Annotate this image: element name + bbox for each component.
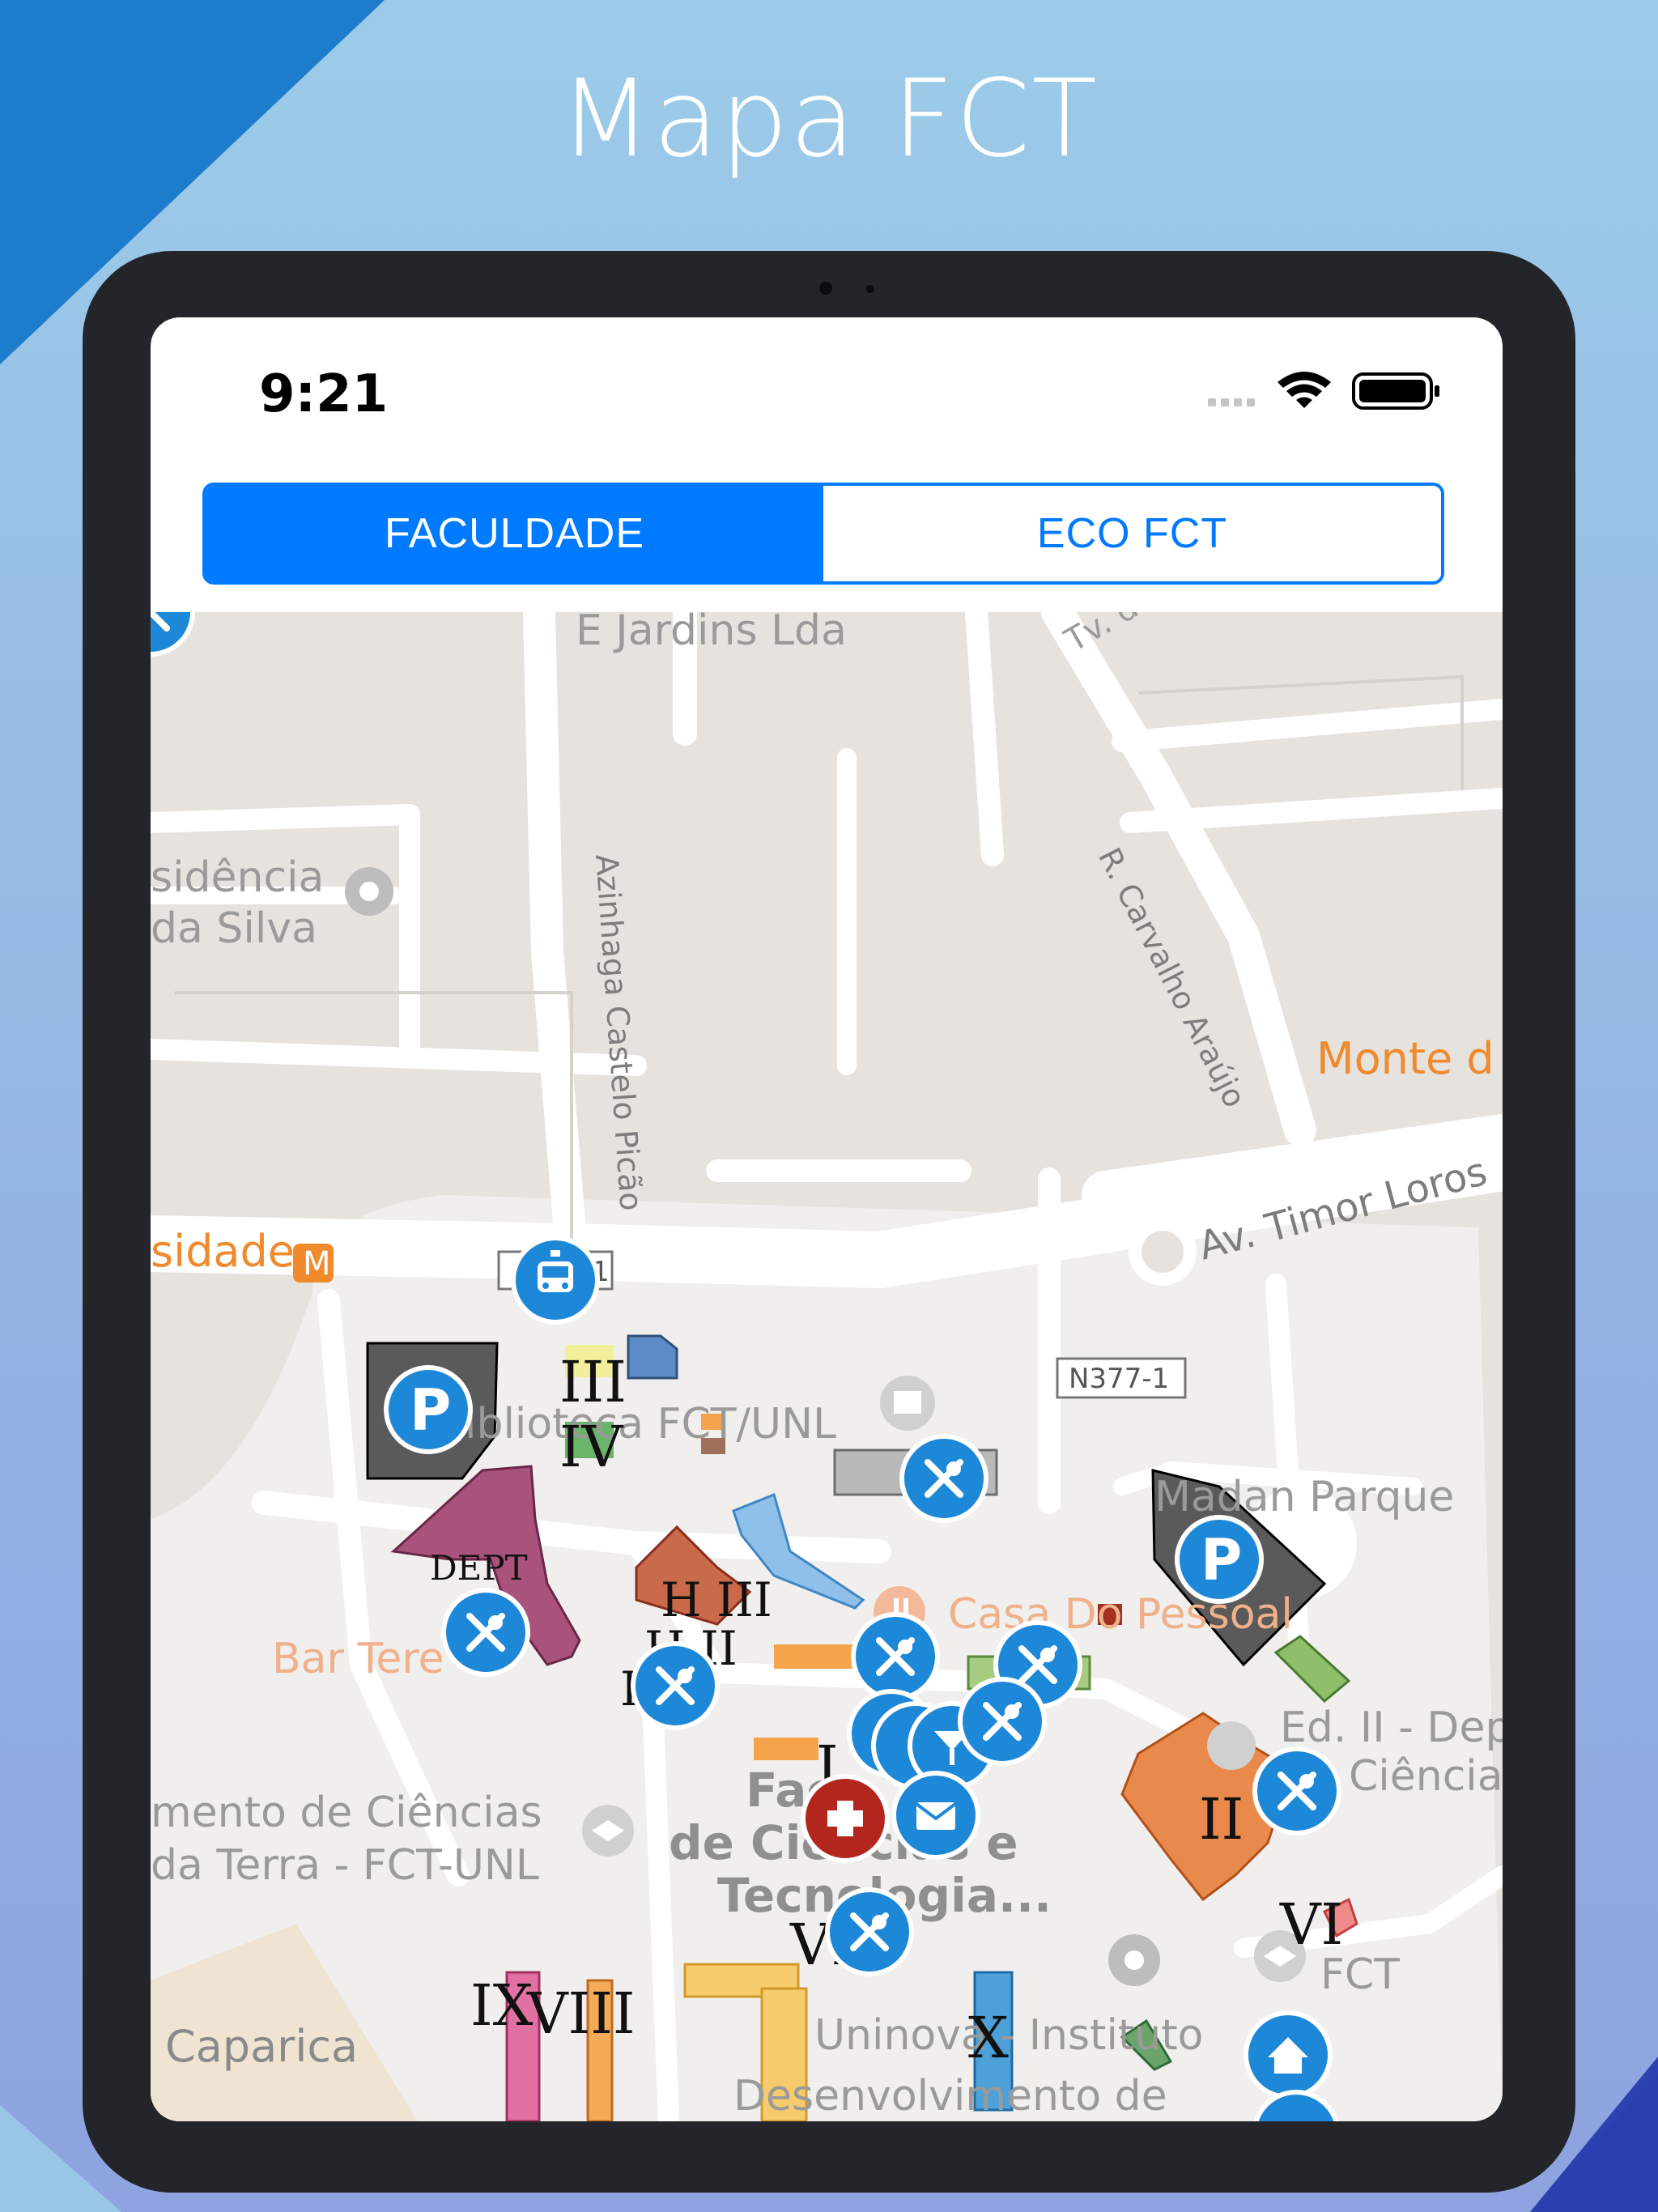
label-fct: FCT: [1320, 1950, 1400, 1999]
tram-stop-icon[interactable]: [511, 1236, 600, 1325]
building-orange-1: [774, 1644, 863, 1669]
label-ciencias-terra-1: mento de Ciências: [151, 1789, 542, 1837]
label-biblioteca: iblioteca FCT/UNL: [465, 1400, 836, 1448]
place-pin-icon[interactable]: [345, 867, 393, 916]
fork-knife-icon[interactable]: [151, 612, 195, 657]
label-residencia: sidência: [151, 853, 324, 902]
parking-icon[interactable]: P: [1175, 1515, 1264, 1604]
parking-icon[interactable]: P: [384, 1365, 473, 1454]
label-uninova: Uninova - Instituto: [814, 2011, 1203, 2060]
building-label-dept: DEPT: [430, 1548, 528, 1588]
label-da-silva: da Silva: [151, 904, 317, 953]
building-blue-1: [627, 1334, 678, 1380]
place-pin-icon[interactable]: [1108, 1934, 1160, 1986]
svg-text:P: P: [1201, 1527, 1242, 1593]
metro-badge-label: M: [303, 1245, 331, 1283]
fork-knife-icon[interactable]: [960, 1679, 1044, 1763]
segment-eco-fct[interactable]: ECO FCT: [823, 486, 1441, 581]
status-time: 9:21: [259, 364, 389, 424]
building-label-ix: IX: [470, 1972, 534, 2039]
headline: Mapa FCT: [559, 57, 1099, 181]
label-madan: Madan Parque: [1154, 1473, 1454, 1521]
wifi-icon: [1278, 372, 1331, 408]
label-bar: Bar Tere: [272, 1635, 444, 1683]
building-label-x: X: [968, 2005, 1009, 2071]
building-orange-2: [754, 1738, 818, 1760]
camera-dot: [819, 282, 832, 295]
svg-text:P: P: [410, 1377, 451, 1444]
fork-knife-icon[interactable]: [633, 1644, 717, 1728]
road-shield-label: N377-1: [1069, 1363, 1169, 1395]
label-caparica: Caparica: [165, 2021, 358, 2072]
label-ciencia: Ciência: [1349, 1752, 1503, 1801]
label-jardins: E Jardins Lda: [576, 612, 847, 655]
map-canvas[interactable]: E Jardins Lda Tv. d sidência da Silva Az…: [151, 612, 1503, 2121]
map-view[interactable]: E Jardins Lda Tv. d sidência da Silva Az…: [151, 612, 1503, 2121]
building-label-ii: II: [1199, 1786, 1244, 1853]
fork-knife-icon[interactable]: [1255, 1749, 1339, 1833]
signal-icon: [1208, 398, 1255, 406]
status-icons: [1208, 372, 1439, 410]
fork-knife-icon[interactable]: [902, 1436, 986, 1521]
segmented-control: FACULDADE ECO FCT: [202, 483, 1444, 585]
library-icon[interactable]: [880, 1376, 935, 1431]
building-label-h-iii: H III: [661, 1572, 772, 1627]
mail-icon[interactable]: [891, 1771, 980, 1860]
battery-icon: [1352, 372, 1439, 410]
fork-knife-icon[interactable]: [827, 1890, 912, 1974]
building-label-iii: III: [559, 1349, 627, 1415]
fork-knife-icon[interactable]: [853, 1614, 937, 1699]
label-ed-ii: Ed. II - Dep: [1280, 1704, 1503, 1752]
building-label-iv: IV: [559, 1414, 624, 1480]
building-label-vi: VI: [1279, 1891, 1343, 1958]
label-desenvolvimento: Desenvolvimento de: [733, 2072, 1167, 2121]
label-sidade: sidade: [151, 1226, 295, 1277]
medical-icon[interactable]: [801, 1774, 890, 1863]
app-screen: 9:21 FACULDADE ECO FCT E Jardins Lda Tv.…: [151, 317, 1503, 2121]
sensor-dot: [866, 285, 874, 293]
label-monte: Monte d: [1316, 1033, 1494, 1084]
home-icon[interactable]: [1244, 2010, 1333, 2099]
school-icon[interactable]: [582, 1805, 634, 1857]
place-pin-icon[interactable]: [1207, 1721, 1256, 1770]
fork-knife-icon[interactable]: [444, 1590, 528, 1674]
label-ciencias-terra-2: da Terra - FCT-UNL: [151, 1841, 539, 1890]
building-label-viii: VIII: [526, 1980, 636, 2047]
label-azinhaga: Azinhaga Castelo Picão: [589, 853, 649, 1212]
segment-faculdade[interactable]: FACULDADE: [206, 486, 823, 581]
